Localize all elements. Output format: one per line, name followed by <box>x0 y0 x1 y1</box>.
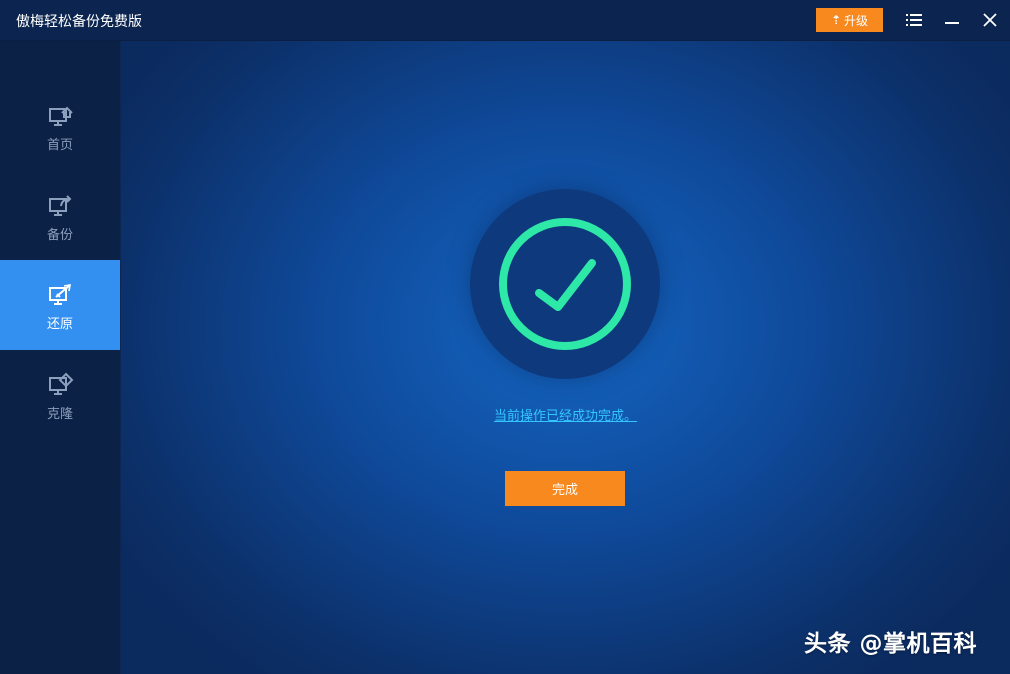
sidebar-item-label: 首页 <box>46 138 73 153</box>
restore-monitor-icon <box>48 282 74 308</box>
title-bar: 傲梅轻松备份免费版 ⇡ 升级 <box>0 0 1010 41</box>
close-icon[interactable] <box>978 8 1002 32</box>
main-content: 当前操作已经成功完成。 完成 <box>121 41 1010 674</box>
status-message-link[interactable]: 当前操作已经成功完成。 <box>121 405 1010 424</box>
app-title: 傲梅轻松备份免费版 <box>16 14 142 30</box>
sidebar-item-restore[interactable]: 还原 <box>0 260 120 350</box>
done-button[interactable]: 完成 <box>505 471 625 506</box>
sidebar-item-clone[interactable]: 克隆 <box>0 350 120 440</box>
upgrade-arrow-icon: ⇡ <box>830 13 842 27</box>
sidebar-item-home[interactable]: 首页 <box>0 81 120 171</box>
sidebar: 首页 备份 还原 克隆 <box>0 41 120 674</box>
success-check-icon <box>499 218 631 350</box>
clone-monitor-icon <box>48 372 74 398</box>
home-monitor-icon <box>48 103 74 129</box>
sidebar-item-label: 备份 <box>46 228 73 243</box>
menu-icon[interactable] <box>902 8 926 32</box>
minimize-icon[interactable] <box>940 8 964 32</box>
sidebar-item-label: 克隆 <box>46 407 73 422</box>
backup-monitor-icon <box>48 193 74 219</box>
watermark: 头条 @掌机百科 <box>804 631 978 657</box>
upgrade-button[interactable]: ⇡ 升级 <box>816 8 883 32</box>
sidebar-item-label: 还原 <box>46 317 73 332</box>
sidebar-item-backup[interactable]: 备份 <box>0 171 120 261</box>
upgrade-label: 升级 <box>844 13 869 28</box>
